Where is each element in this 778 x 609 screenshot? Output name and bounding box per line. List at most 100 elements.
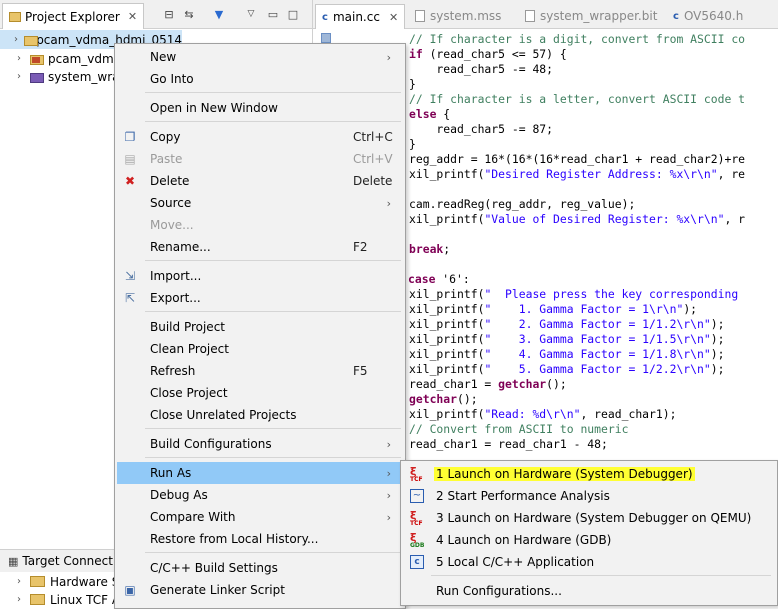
menu-item-refresh[interactable]: Refresh F5 [117, 360, 403, 382]
tab-ov5640-h[interactable]: c OV5640.h [667, 4, 749, 28]
code-line: read_char5 -= 48; [409, 62, 554, 76]
submenu-item-5[interactable]: c 5 Local C/C++ Application [403, 551, 775, 573]
tab-main-cc[interactable]: c main.cc ✕ [315, 4, 406, 29]
minimize-icon[interactable]: ▭ [266, 7, 280, 21]
menu-separator [145, 121, 401, 122]
menu-separator [145, 552, 401, 553]
menu-item-new[interactable]: New › [117, 46, 403, 68]
menu-item-go-into[interactable]: Go Into [117, 68, 403, 90]
menu-item-import[interactable]: ⇲ Import... [117, 265, 403, 287]
menu-item-clean-project[interactable]: Clean Project [117, 338, 403, 360]
chevron-right-icon[interactable]: › [12, 34, 20, 45]
code-area[interactable]: // If character is a digit, convert from… [409, 32, 745, 452]
menu-item-delete[interactable]: ✖ Delete Delete [117, 170, 403, 192]
menu-item-label: Open in New Window [150, 101, 278, 115]
menu-item-generate-linker-script[interactable]: ▣ Generate Linker Script [117, 579, 403, 601]
code-line: if (read_char5 <= 57) { [409, 47, 567, 61]
target-item[interactable]: › Hardware S [0, 572, 119, 591]
chevron-right-icon: › [386, 488, 391, 502]
menu-item-label: Run As [150, 466, 192, 480]
linker-script-icon: ▣ [124, 583, 136, 597]
submenu-item-2[interactable]: ~2 Start Performance Analysis [403, 485, 775, 507]
menu-item-shortcut: Ctrl+C [353, 130, 393, 144]
submenu-item-6[interactable]: Run Configurations... [403, 580, 775, 602]
menu-item-source[interactable]: Source › [117, 192, 403, 214]
menu-item-restore-from-local-history[interactable]: Restore from Local History... [117, 528, 403, 550]
context-menu: New › Go Into Open in New Window ❐ Copy Ctrl+C… [114, 43, 406, 609]
menu-item-label: Compare With [150, 510, 236, 524]
chevron-right-icon[interactable]: › [12, 53, 26, 64]
chevron-right-icon: › [386, 466, 391, 480]
menu-item-label: Restore from Local History... [150, 532, 319, 546]
code-line: cam.readReg(reg_addr, reg_value); [409, 197, 636, 211]
code-line: xil_printf(" 2. Gamma Factor = 1/1.2\r\n… [409, 317, 725, 331]
submenu-item-label: 4 Launch on Hardware (GDB) [436, 533, 612, 547]
menu-separator [145, 457, 401, 458]
chevron-right-icon[interactable]: › [12, 71, 26, 82]
tab-system-mss[interactable]: system.mss [409, 4, 507, 28]
chevron-right-icon[interactable]: › [12, 594, 26, 605]
submenu-item-4[interactable]: ξ GDB 4 Launch on Hardware (GDB) [403, 529, 775, 551]
close-icon[interactable]: ✕ [389, 11, 398, 24]
menu-separator [145, 92, 401, 93]
project-icon [30, 53, 44, 65]
view-menu-icon[interactable]: ▽ [244, 7, 258, 21]
delete-icon: ✖ [124, 174, 136, 188]
tab-project-explorer[interactable]: Project Explorer ✕ [2, 3, 145, 29]
code-line: read_char1 = read_char1 - 48; [409, 437, 608, 451]
menu-item-shortcut: F2 [353, 240, 368, 254]
code-line: xil_printf("Desired Register Address: %x… [409, 167, 746, 181]
maximize-icon[interactable]: □ [286, 7, 300, 21]
submenu-item-1[interactable]: ξ TCF 1 Launch on Hardware (System Debugge… [403, 463, 775, 485]
target-item-label: Hardware S [50, 574, 120, 589]
code-line: reg_addr = 16*(16*(16*read_char1 + read_… [409, 152, 746, 166]
filter-icon[interactable]: ▼ [212, 7, 226, 21]
menu-separator [145, 311, 401, 312]
menu-separator [431, 575, 771, 576]
chevron-right-icon[interactable]: › [12, 576, 26, 587]
menu-item-close-project[interactable]: Close Project [117, 382, 403, 404]
paste-icon: ▤ [124, 152, 136, 166]
submenu-item-3[interactable]: ξ TCF 3 Launch on Hardware (System Debugge… [403, 507, 775, 529]
collapse-all-icon[interactable]: ⊟ [162, 7, 176, 21]
code-line: // If character is a letter, convert ASC… [409, 92, 746, 106]
menu-separator [145, 428, 401, 429]
tab-label: system_wrapper.bit [540, 9, 658, 23]
menu-item-open-in-new-window[interactable]: Open in New Window [117, 97, 403, 119]
menu-item-export[interactable]: ⇱ Export... [117, 287, 403, 309]
menu-item-compare-with[interactable]: Compare With › [117, 506, 403, 528]
link-editor-icon[interactable]: ⇆ [182, 7, 196, 21]
menu-item-label: Rename... [150, 240, 211, 254]
menu-item-label: Generate Linker Script [150, 583, 285, 597]
c-app-icon: c [408, 553, 426, 571]
code-line: getchar(); [409, 392, 478, 406]
menu-item-rename[interactable]: Rename... F2 [117, 236, 403, 258]
menu-item-c-c-build-settings[interactable]: C/C++ Build Settings [117, 557, 403, 579]
code-case-line: case '6': [408, 272, 470, 286]
chevron-right-icon: › [386, 510, 391, 524]
project-item[interactable]: › pcam_vdma [0, 49, 121, 68]
tab-system-wrapper-bit[interactable]: system_wrapper.bit [519, 4, 663, 28]
close-icon[interactable]: ✕ [128, 10, 137, 23]
tcf-icon: ξ TCF [410, 509, 423, 527]
menu-item-run-as[interactable]: Run As › [117, 462, 403, 484]
tab-label: system.mss [430, 9, 502, 23]
menu-item-copy[interactable]: ❐ Copy Ctrl+C [117, 126, 403, 148]
menu-item-build-project[interactable]: Build Project [117, 316, 403, 338]
code-line: } [409, 137, 416, 151]
target-connections-icon: ▦ [8, 554, 19, 568]
code-line: read_char1 = getchar(); [409, 377, 567, 391]
header-file-icon: c [673, 10, 679, 22]
copy-icon: ❐ [124, 130, 136, 144]
menu-item-debug-as[interactable]: Debug As › [117, 484, 403, 506]
menu-item-build-configurations[interactable]: Build Configurations › [117, 433, 403, 455]
editor-tab-bar: c main.cc ✕ system.mss system_wrapper.bi… [313, 0, 778, 29]
project-item[interactable]: › system_wrap [0, 67, 127, 86]
menu-item-close-unrelated-projects[interactable]: Close Unrelated Projects [117, 404, 403, 426]
menu-item-shortcut: Ctrl+V [353, 152, 393, 166]
menu-item-label: Copy [150, 130, 181, 144]
menu-item-move: Move... [117, 214, 403, 236]
target-item[interactable]: › Linux TCF A [0, 590, 120, 609]
menu-item-label: Clean Project [150, 342, 229, 356]
tab-label: main.cc [332, 10, 380, 24]
